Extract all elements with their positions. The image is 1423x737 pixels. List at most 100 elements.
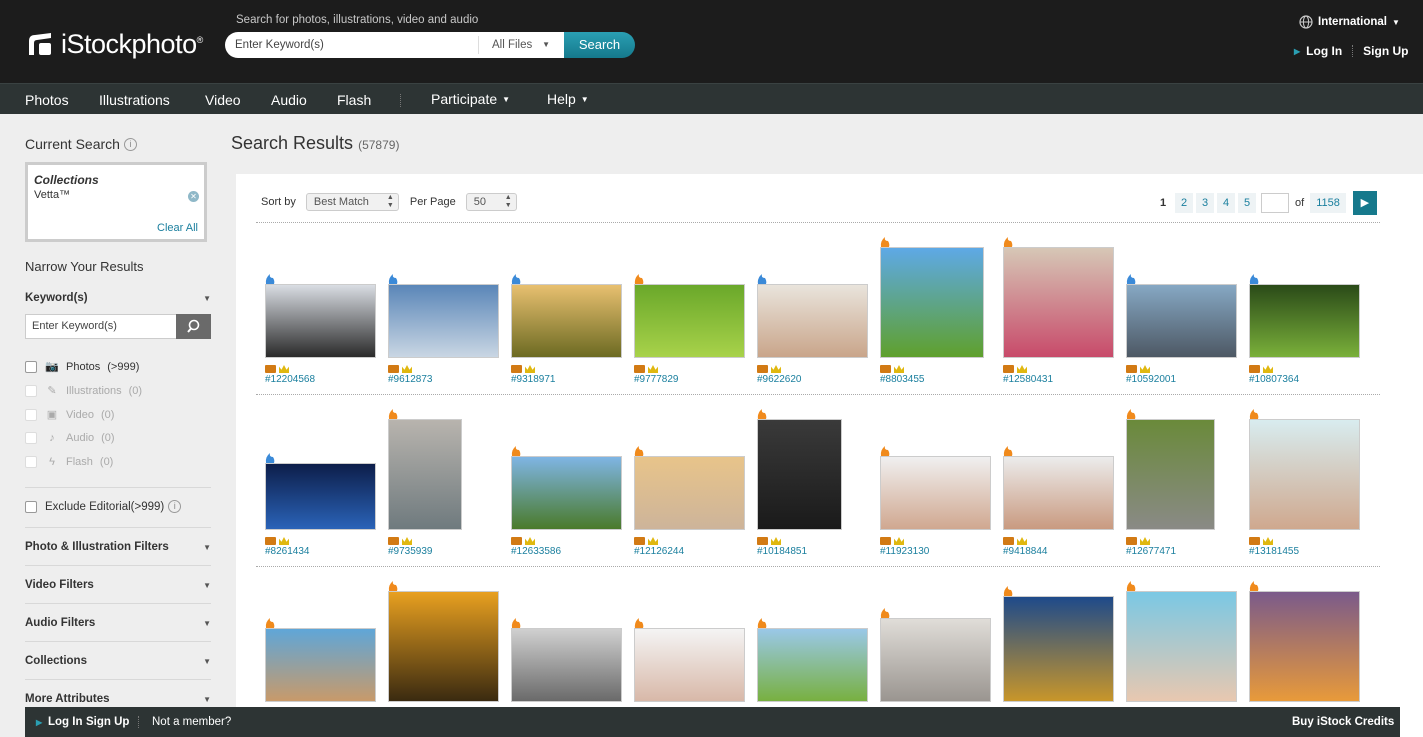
- image-id-link[interactable]: #9735939: [388, 546, 433, 557]
- logo[interactable]: iStockphoto®: [25, 27, 203, 61]
- image-id-link[interactable]: #9777829: [634, 374, 679, 385]
- image-id-link[interactable]: #12677471: [1126, 546, 1176, 557]
- page-link[interactable]: 4: [1217, 193, 1235, 213]
- nav-audio[interactable]: Audio: [271, 92, 307, 108]
- checkbox[interactable]: [25, 408, 37, 421]
- thumbnail-image[interactable]: [757, 284, 868, 358]
- checkbox[interactable]: [25, 384, 37, 397]
- thumbnail-image[interactable]: [634, 456, 745, 530]
- sort-select[interactable]: Best Match ▲ ▼: [305, 193, 399, 211]
- search-input[interactable]: [235, 37, 471, 53]
- image-id-link[interactable]: #8803455: [880, 374, 925, 385]
- checkbox[interactable]: [25, 432, 37, 444]
- image-id-link[interactable]: #12204568: [265, 374, 315, 385]
- footer-login-link[interactable]: Log In: [48, 716, 83, 728]
- buy-credits-link[interactable]: Buy iStock Credits: [1292, 716, 1394, 728]
- footer-signup-link[interactable]: Sign Up: [86, 716, 129, 728]
- page-link[interactable]: 2: [1175, 193, 1193, 213]
- thumbnail-image[interactable]: [634, 628, 745, 702]
- nav-illustrations[interactable]: Illustrations: [99, 92, 170, 108]
- image-attributes: [388, 365, 412, 373]
- per-page-select[interactable]: 50 ▲ ▼: [465, 193, 517, 211]
- thumbnail-image[interactable]: [1126, 284, 1237, 358]
- thumbnail-image[interactable]: [1249, 419, 1360, 530]
- clear-all-link[interactable]: Clear All: [157, 222, 198, 234]
- nav-photos[interactable]: Photos: [25, 92, 69, 108]
- thumbnail-image[interactable]: [1126, 419, 1215, 530]
- keyword-filter-input[interactable]: [32, 320, 172, 332]
- photo-illustration-filters[interactable]: Photo & Illustration Filters ▼: [25, 541, 211, 553]
- nav-video[interactable]: Video: [205, 92, 241, 108]
- image-id-link[interactable]: #12633586: [511, 546, 561, 557]
- image-id-link[interactable]: #9418844: [1003, 546, 1048, 557]
- filter-illustrations[interactable]: ✎ Illustrations (0): [25, 384, 142, 397]
- image-id-link[interactable]: #12580431: [1003, 374, 1053, 385]
- image-id-link[interactable]: #11923130: [880, 546, 929, 557]
- more-attributes-filters[interactable]: More Attributes ▼: [25, 693, 211, 705]
- image-id-link[interactable]: #10184851: [757, 546, 807, 557]
- region-selector[interactable]: International ▼: [1299, 15, 1400, 29]
- thumbnail-image[interactable]: [880, 618, 991, 702]
- thumbnail-image[interactable]: [1003, 456, 1114, 530]
- thumbnail-image[interactable]: [880, 456, 991, 530]
- thumbnail-image[interactable]: [265, 628, 376, 702]
- thumbnail-image[interactable]: [1126, 591, 1237, 702]
- image-id-link[interactable]: #10807364: [1249, 374, 1299, 385]
- exclude-editorial[interactable]: Exclude Editorial(>999) i: [25, 500, 182, 513]
- nav-flash[interactable]: Flash: [337, 92, 371, 108]
- next-page-button[interactable]: ▶: [1352, 191, 1377, 215]
- collections-filters[interactable]: Collections ▼: [25, 655, 211, 667]
- thumbnail-image[interactable]: [1249, 284, 1360, 358]
- image-id-link[interactable]: #10592001: [1126, 374, 1176, 385]
- audio-filters[interactable]: Audio Filters ▼: [25, 617, 211, 629]
- keywords-heading[interactable]: Keyword(s) ▼: [25, 292, 211, 304]
- thumbnail-image[interactable]: [880, 247, 984, 358]
- thumbnail-image[interactable]: [1003, 247, 1114, 358]
- remove-filter-icon[interactable]: ✕: [188, 191, 199, 202]
- image-id-link[interactable]: #13181455: [1249, 546, 1299, 557]
- image-id-link[interactable]: #9318971: [511, 374, 556, 385]
- nav-help[interactable]: Help ▼: [547, 91, 589, 107]
- camera-icon: [757, 365, 768, 373]
- image-id-link[interactable]: #12126244: [634, 546, 684, 557]
- image-id-link[interactable]: #8261434: [265, 546, 310, 557]
- thumbnail-image[interactable]: [388, 419, 462, 530]
- nav-participate[interactable]: Participate ▼: [431, 91, 510, 107]
- filter-photos[interactable]: 📷 Photos (>999): [25, 360, 139, 373]
- page-number-input[interactable]: [1261, 193, 1289, 213]
- file-type-select[interactable]: All Files ▼: [478, 36, 562, 54]
- thumbnail-image[interactable]: [1003, 596, 1114, 702]
- search-button[interactable]: Search: [564, 32, 635, 58]
- checkbox[interactable]: [25, 360, 37, 373]
- thumbnail-image[interactable]: [265, 463, 376, 530]
- thumbnail-image[interactable]: [511, 284, 622, 358]
- image-id-link[interactable]: #9622620: [757, 374, 802, 385]
- page-link[interactable]: 3: [1196, 193, 1214, 213]
- info-icon[interactable]: i: [168, 500, 182, 513]
- thumbnail-image[interactable]: [634, 284, 745, 358]
- checkbox[interactable]: [25, 456, 37, 468]
- thumbnail-image[interactable]: [511, 456, 622, 530]
- page-last-link[interactable]: 1158: [1310, 193, 1346, 213]
- thumbnail-image[interactable]: [388, 591, 499, 702]
- thumbnail-image[interactable]: [388, 284, 499, 358]
- camera-icon: [388, 365, 399, 373]
- info-icon[interactable]: i: [123, 138, 137, 151]
- login-link[interactable]: Log In: [1306, 44, 1342, 58]
- thumbnail-image[interactable]: [511, 628, 622, 702]
- thumbnail-image[interactable]: [757, 628, 868, 702]
- page-link[interactable]: 5: [1238, 193, 1256, 213]
- thumbnail-image[interactable]: [1249, 591, 1360, 702]
- checkbox[interactable]: [25, 500, 37, 513]
- image-id-link[interactable]: #9612873: [388, 374, 433, 385]
- filter-section-label: Collections: [25, 655, 87, 667]
- thumbnail-image[interactable]: [757, 419, 842, 530]
- video-filters[interactable]: Video Filters ▼: [25, 579, 211, 591]
- filter-video[interactable]: ▣ Video (0): [25, 408, 114, 421]
- keyword-search-button[interactable]: [176, 314, 211, 339]
- filter-audio[interactable]: ♪ Audio (0): [25, 432, 115, 444]
- signup-link[interactable]: Sign Up: [1363, 44, 1408, 58]
- thumbnail-image[interactable]: [265, 284, 376, 358]
- image-attributes: [1003, 365, 1027, 373]
- filter-flash[interactable]: ϟ Flash (0): [25, 456, 113, 468]
